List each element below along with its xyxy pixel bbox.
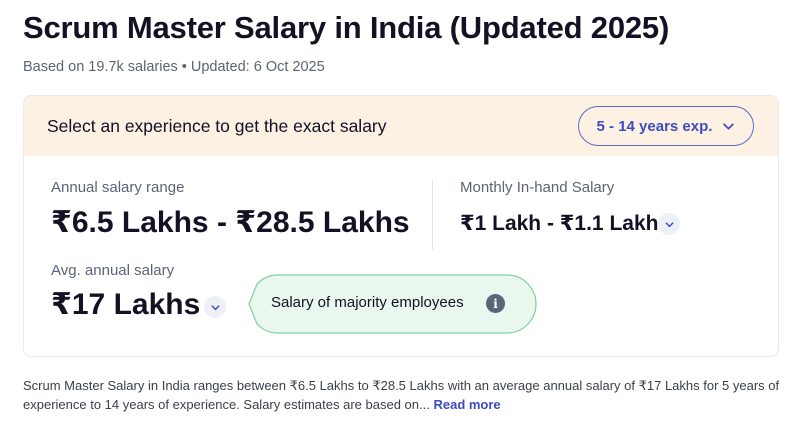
experience-prompt: Select an experience to get the exact sa… [47,115,387,136]
annual-range-label: Annual salary range [51,179,185,196]
monthly-inhand-expand-button[interactable] [658,213,680,235]
tooltip-text: Salary of majority employees [271,294,464,311]
experience-selector-bar: Select an experience to get the exact sa… [24,96,778,156]
experience-dropdown-value: 5 - 14 years exp. [596,117,713,135]
description-text: Scrum Master Salary in India ranges betw… [23,378,780,412]
chevron-down-icon [665,221,673,227]
avg-salary-label: Avg. annual salary [51,262,175,279]
info-icon[interactable]: i [486,294,505,313]
page-title: Scrum Master Salary in India (Updated 20… [23,10,670,45]
avg-salary-expand-button[interactable] [204,296,226,318]
divider [432,180,433,250]
salary-description: Scrum Master Salary in India ranges betw… [23,376,783,414]
updated-date: Updated: 6 Oct 2025 [190,59,325,75]
page-meta: Based on 19.7k salaries • Updated: 6 Oct 2… [23,59,325,75]
read-more-link[interactable]: Read more [433,397,500,412]
salary-count: Based on 19.7k salaries [23,59,178,75]
meta-separator: • [181,59,187,75]
chevron-down-icon [723,122,735,130]
experience-dropdown[interactable]: 5 - 14 years exp. [578,106,754,146]
avg-salary-value: ₹17 Lakhs [51,288,201,321]
monthly-inhand-label: Monthly In-hand Salary [460,179,615,196]
majority-salary-tooltip: Salary of majority employees i [248,274,537,334]
monthly-inhand-value: ₹1 Lakh - ₹1.1 Lakh [460,212,659,235]
annual-range-value: ₹6.5 Lakhs - ₹28.5 Lakhs [51,206,410,239]
chevron-down-icon [211,304,219,310]
salary-card: Select an experience to get the exact sa… [23,95,779,357]
